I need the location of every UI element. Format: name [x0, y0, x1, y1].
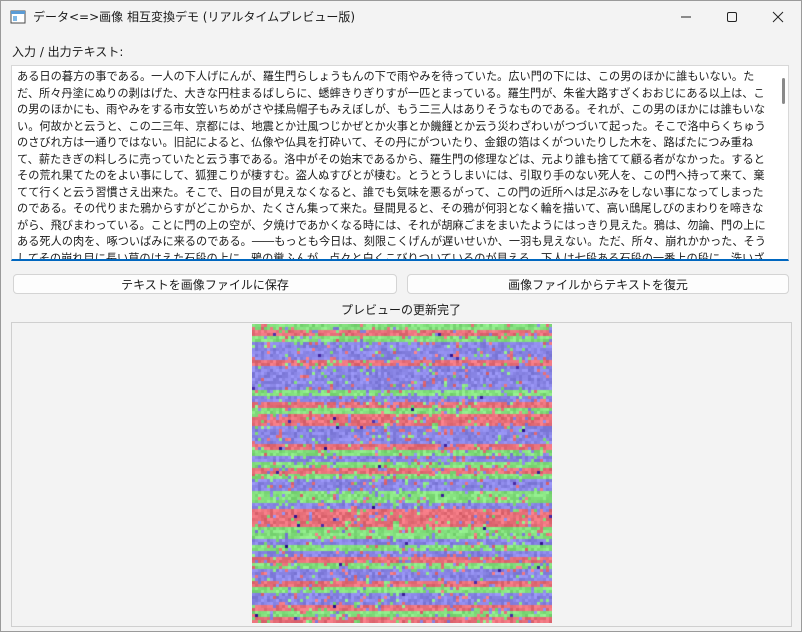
maximize-icon — [726, 11, 738, 23]
save-to-image-button[interactable]: テキストを画像ファイルに保存 — [13, 274, 397, 294]
close-icon — [772, 11, 784, 23]
minimize-icon — [680, 11, 692, 23]
textarea-scrollbar[interactable] — [782, 78, 785, 104]
preview-panel — [11, 322, 792, 627]
title-bar[interactable]: データ<=>画像 相互変換デモ (リアルタイムプレビュー版) — [1, 1, 801, 32]
io-text-label: 入力 / 出力テキスト: — [12, 45, 124, 59]
minimize-button[interactable] — [663, 1, 709, 32]
preview-image — [252, 324, 552, 623]
window-controls — [663, 1, 801, 32]
window-title: データ<=>画像 相互変換デモ (リアルタイムプレビュー版) — [33, 10, 356, 24]
app-window-icon — [10, 9, 26, 25]
maximize-button[interactable] — [709, 1, 755, 32]
close-button[interactable] — [755, 1, 801, 32]
restore-from-image-button[interactable]: 画像ファイルからテキストを復元 — [407, 274, 789, 294]
app-window: データ<=>画像 相互変換デモ (リアルタイムプレビュー版) 入力 / 出力テキ… — [0, 0, 802, 632]
io-textarea[interactable]: ある日の暮方の事である。一人の下人げにんが、羅生門らしょうもんの下で雨やみを待っ… — [11, 65, 789, 261]
io-text-content: ある日の暮方の事である。一人の下人げにんが、羅生門らしょうもんの下で雨やみを待っ… — [17, 70, 766, 261]
status-text: プレビューの更新完了 — [340, 303, 461, 317]
